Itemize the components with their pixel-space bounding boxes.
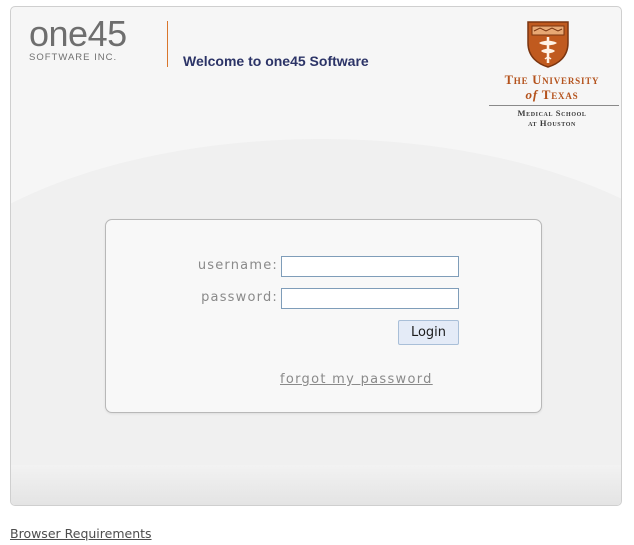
login-panel: username: password: Login forgot my pass… bbox=[105, 219, 542, 413]
bottom-shade bbox=[11, 465, 621, 505]
university-of: of bbox=[525, 87, 538, 102]
password-input[interactable] bbox=[281, 288, 459, 309]
university-rule bbox=[489, 105, 619, 106]
welcome-heading: Welcome to one45 Software bbox=[183, 53, 369, 69]
university-line3: Medical School bbox=[517, 108, 587, 118]
university-wordmark: The University of Texas Medical School a… bbox=[485, 73, 619, 128]
university-line2: of Texas bbox=[485, 87, 619, 103]
brand-subtitle: SOFTWARE INC. bbox=[29, 52, 118, 63]
brand-name: one45 bbox=[29, 13, 127, 54]
browser-requirements-link[interactable]: Browser Requirements bbox=[10, 526, 152, 541]
university-state: Texas bbox=[541, 87, 579, 102]
username-input[interactable] bbox=[281, 256, 459, 277]
main-frame: one45 SOFTWARE INC. Welcome to one45 Sof… bbox=[10, 6, 622, 506]
ut-seal-icon bbox=[527, 21, 569, 68]
password-label: password: bbox=[201, 290, 278, 305]
one45-logo: one45 SOFTWARE INC. bbox=[29, 13, 127, 64]
login-button[interactable]: Login bbox=[398, 320, 459, 345]
forgot-password-link[interactable]: forgot my password bbox=[280, 372, 433, 387]
university-line1: The University bbox=[504, 73, 600, 87]
username-label: username: bbox=[197, 258, 278, 273]
university-line4: at Houston bbox=[528, 118, 576, 128]
brand-divider bbox=[167, 21, 168, 67]
